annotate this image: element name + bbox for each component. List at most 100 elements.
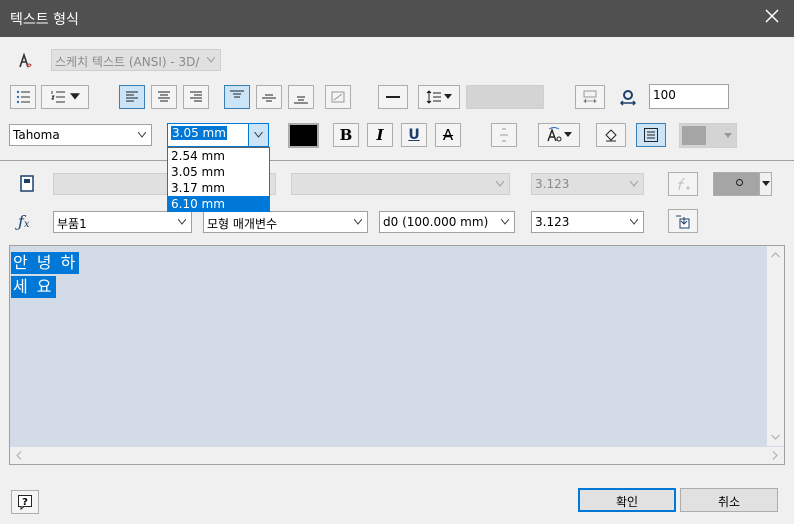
valign-top-icon: [230, 90, 244, 98]
align-right-icon: [190, 91, 202, 102]
style-combo: 스케치 텍스트 (ANSI) - 3D/: [51, 49, 221, 71]
size-option[interactable]: 3.17 mm: [168, 180, 269, 196]
size-value[interactable]: 3.05 mm: [171, 126, 227, 140]
text-case-button[interactable]: [538, 123, 580, 147]
underline-button[interactable]: U: [401, 123, 427, 147]
parameter-precision-value: 3.123: [535, 215, 570, 229]
strikethrough-button[interactable]: A: [435, 123, 461, 147]
help-button[interactable]: ?: [11, 490, 39, 514]
chevron-down-icon: [207, 57, 215, 63]
bold-button[interactable]: B: [333, 123, 359, 147]
property-icon: [19, 175, 35, 193]
size-option[interactable]: 3.05 mm: [168, 164, 269, 180]
chevron-down-icon: [354, 219, 362, 225]
chevron-down-icon: [630, 181, 638, 187]
chevron-down-icon: [630, 219, 638, 225]
symbol-dropdown-toggle[interactable]: [759, 173, 771, 195]
dropdown-arrow-icon: [70, 93, 80, 100]
size-select[interactable]: 3.05 mm: [167, 123, 269, 147]
property-select: [291, 173, 510, 195]
align-left-button[interactable]: [119, 85, 145, 109]
align-left-icon: [126, 91, 138, 102]
valign-bottom-icon: [294, 96, 308, 104]
title-bar: 텍스트 형식: [0, 0, 794, 37]
add-property-button: [668, 172, 698, 196]
size-option[interactable]: 6.10 mm: [168, 196, 269, 212]
editor-line[interactable]: 세 요: [11, 276, 56, 298]
numbered-list-icon: [51, 91, 65, 103]
dropdown-arrow-icon: [564, 132, 572, 137]
italic-button[interactable]: I: [367, 123, 393, 147]
property-precision-value: 3.123: [535, 177, 570, 191]
parameter-type-select[interactable]: 모형 매개변수: [203, 211, 368, 233]
cancel-button[interactable]: 취소: [680, 488, 778, 512]
chevron-down-icon: [254, 132, 263, 138]
font-select[interactable]: Tahoma: [9, 124, 152, 146]
insert-parameter-icon: [676, 215, 690, 229]
text-case-icon: [547, 127, 562, 142]
numbered-list-button[interactable]: [41, 85, 89, 109]
size-dropdown-toggle[interactable]: [248, 124, 268, 146]
parameter-value: d0 (100.000 mm): [383, 215, 489, 229]
symbol-select[interactable]: [713, 172, 772, 196]
parameter-type-value: 모형 매개변수: [207, 217, 278, 231]
line-spacing-line-button[interactable]: [378, 85, 408, 109]
scroll-up-icon[interactable]: [771, 252, 780, 258]
line-icon: [386, 96, 400, 98]
property-precision-select: 3.123: [531, 173, 644, 195]
dropdown-arrow-icon: [444, 94, 452, 99]
chevron-down-icon: [138, 132, 146, 138]
chevron-down-icon: [724, 133, 732, 138]
dropdown-arrow-icon: [762, 181, 770, 186]
text-frame-button[interactable]: [636, 123, 666, 147]
svg-text:?: ?: [22, 497, 28, 508]
line-spacing-value: [466, 85, 544, 109]
add-parameter-button[interactable]: [668, 209, 698, 233]
line-spacing-button[interactable]: [418, 85, 460, 109]
editor-line[interactable]: 안 녕 하: [11, 252, 80, 274]
valign-top-button[interactable]: [224, 85, 250, 109]
width-factor-input[interactable]: 100: [649, 84, 729, 109]
style-combo-value: 스케치 텍스트 (ANSI) - 3D/: [55, 55, 200, 69]
size-option[interactable]: 2.54 mm: [168, 148, 269, 164]
width-scale-icon: [619, 88, 637, 106]
fraction-icon: [500, 128, 508, 142]
degree-icon: [736, 179, 743, 186]
font-value: Tahoma: [13, 128, 60, 142]
component-select[interactable]: 부품1: [53, 211, 192, 233]
scroll-right-icon[interactable]: [772, 451, 778, 460]
text-frame-icon: [644, 128, 658, 142]
stack-icon: [331, 91, 345, 103]
chevron-down-icon: [178, 219, 186, 225]
parameter-precision-select[interactable]: 3.123: [531, 211, 644, 233]
scroll-left-icon[interactable]: [16, 451, 22, 460]
align-center-button[interactable]: [151, 85, 177, 109]
valign-middle-icon: [262, 94, 276, 102]
chevron-down-icon: [496, 181, 504, 187]
horizontal-scrollbar[interactable]: [10, 447, 784, 464]
stack-button: [325, 85, 351, 109]
parameter-select[interactable]: d0 (100.000 mm): [379, 211, 515, 233]
scroll-down-icon[interactable]: [771, 434, 780, 440]
bullet-list-button[interactable]: [10, 85, 36, 109]
frame-color-select: [679, 123, 737, 148]
valign-middle-button[interactable]: [256, 85, 282, 109]
align-right-button[interactable]: [183, 85, 209, 109]
char-spacing-icon: [583, 90, 597, 104]
window-title: 텍스트 형식: [10, 12, 79, 28]
valign-bottom-button[interactable]: [288, 85, 314, 109]
char-spacing-button: [575, 85, 605, 109]
ok-button[interactable]: 확인: [578, 488, 676, 512]
size-dropdown-list[interactable]: 2.54 mm 3.05 mm 3.17 mm 6.10 mm: [167, 147, 270, 212]
text-editor[interactable]: 안 녕 하 세 요: [9, 245, 785, 465]
paint-bucket-icon: [605, 129, 617, 142]
divider: [0, 160, 794, 161]
text-style-icon: [12, 49, 38, 73]
help-icon: ?: [18, 495, 32, 510]
vertical-scrollbar[interactable]: [767, 246, 784, 446]
frame-color-swatch: [682, 126, 706, 145]
close-icon[interactable]: [764, 8, 780, 24]
align-center-icon: [158, 91, 170, 102]
color-swatch[interactable]: [288, 123, 319, 148]
background-fill-button[interactable]: [596, 123, 626, 147]
